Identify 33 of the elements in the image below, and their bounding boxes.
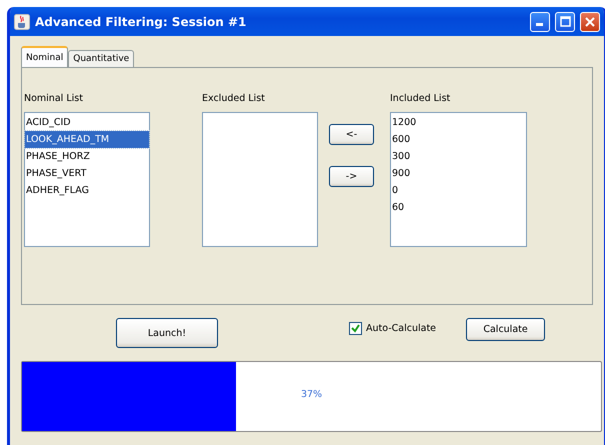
move-button[interactable]: <- <box>329 124 374 145</box>
list-item[interactable]: 0 <box>391 182 526 199</box>
close-button[interactable] <box>580 12 600 32</box>
launch-button[interactable]: Launch! <box>116 318 218 348</box>
list-item[interactable]: PHASE_VERT <box>25 165 149 182</box>
list-item[interactable]: 600 <box>391 131 526 148</box>
tab[interactable]: Quantitative <box>68 50 134 67</box>
progress-text: 37% <box>300 389 324 400</box>
calculate-button[interactable]: Calculate <box>466 318 546 341</box>
coffee-cup-icon <box>14 14 30 30</box>
list-box[interactable]: 1200 600 300 900 0 60 <box>390 112 527 247</box>
move-button[interactable]: -> <box>329 166 374 187</box>
list-label: Included List <box>390 93 452 106</box>
list-item[interactable]: 300 <box>391 148 526 165</box>
list-box[interactable] <box>202 112 318 247</box>
list-box[interactable]: ACID_CID LOOK_AHEAD_TM PHASE_HORZ PHASE_VERT ADHER_FLAG <box>24 112 150 247</box>
close-icon <box>585 16 595 26</box>
window-title: Advanced Filtering: Session #1 <box>35 14 248 28</box>
list-label: Nominal List <box>24 93 84 106</box>
list-item[interactable]: LOOK_AHEAD_TM <box>25 131 149 148</box>
maximize-button[interactable] <box>555 12 575 32</box>
checkbox-label: Auto-Calculate <box>366 323 436 334</box>
minimize-button[interactable] <box>530 12 550 32</box>
list-item[interactable]: ACID_CID <box>25 114 149 131</box>
list-item[interactable]: 900 <box>391 165 526 182</box>
maximize-icon <box>560 16 570 27</box>
list-item[interactable]: 60 <box>391 199 526 216</box>
list-label: Excluded List <box>202 93 266 106</box>
list-item[interactable]: 1200 <box>391 114 526 131</box>
checkbox[interactable] <box>349 322 362 335</box>
list-item[interactable]: PHASE_HORZ <box>25 148 149 165</box>
list-item[interactable]: ADHER_FLAG <box>25 182 149 199</box>
tab[interactable]: Nominal <box>21 46 68 67</box>
